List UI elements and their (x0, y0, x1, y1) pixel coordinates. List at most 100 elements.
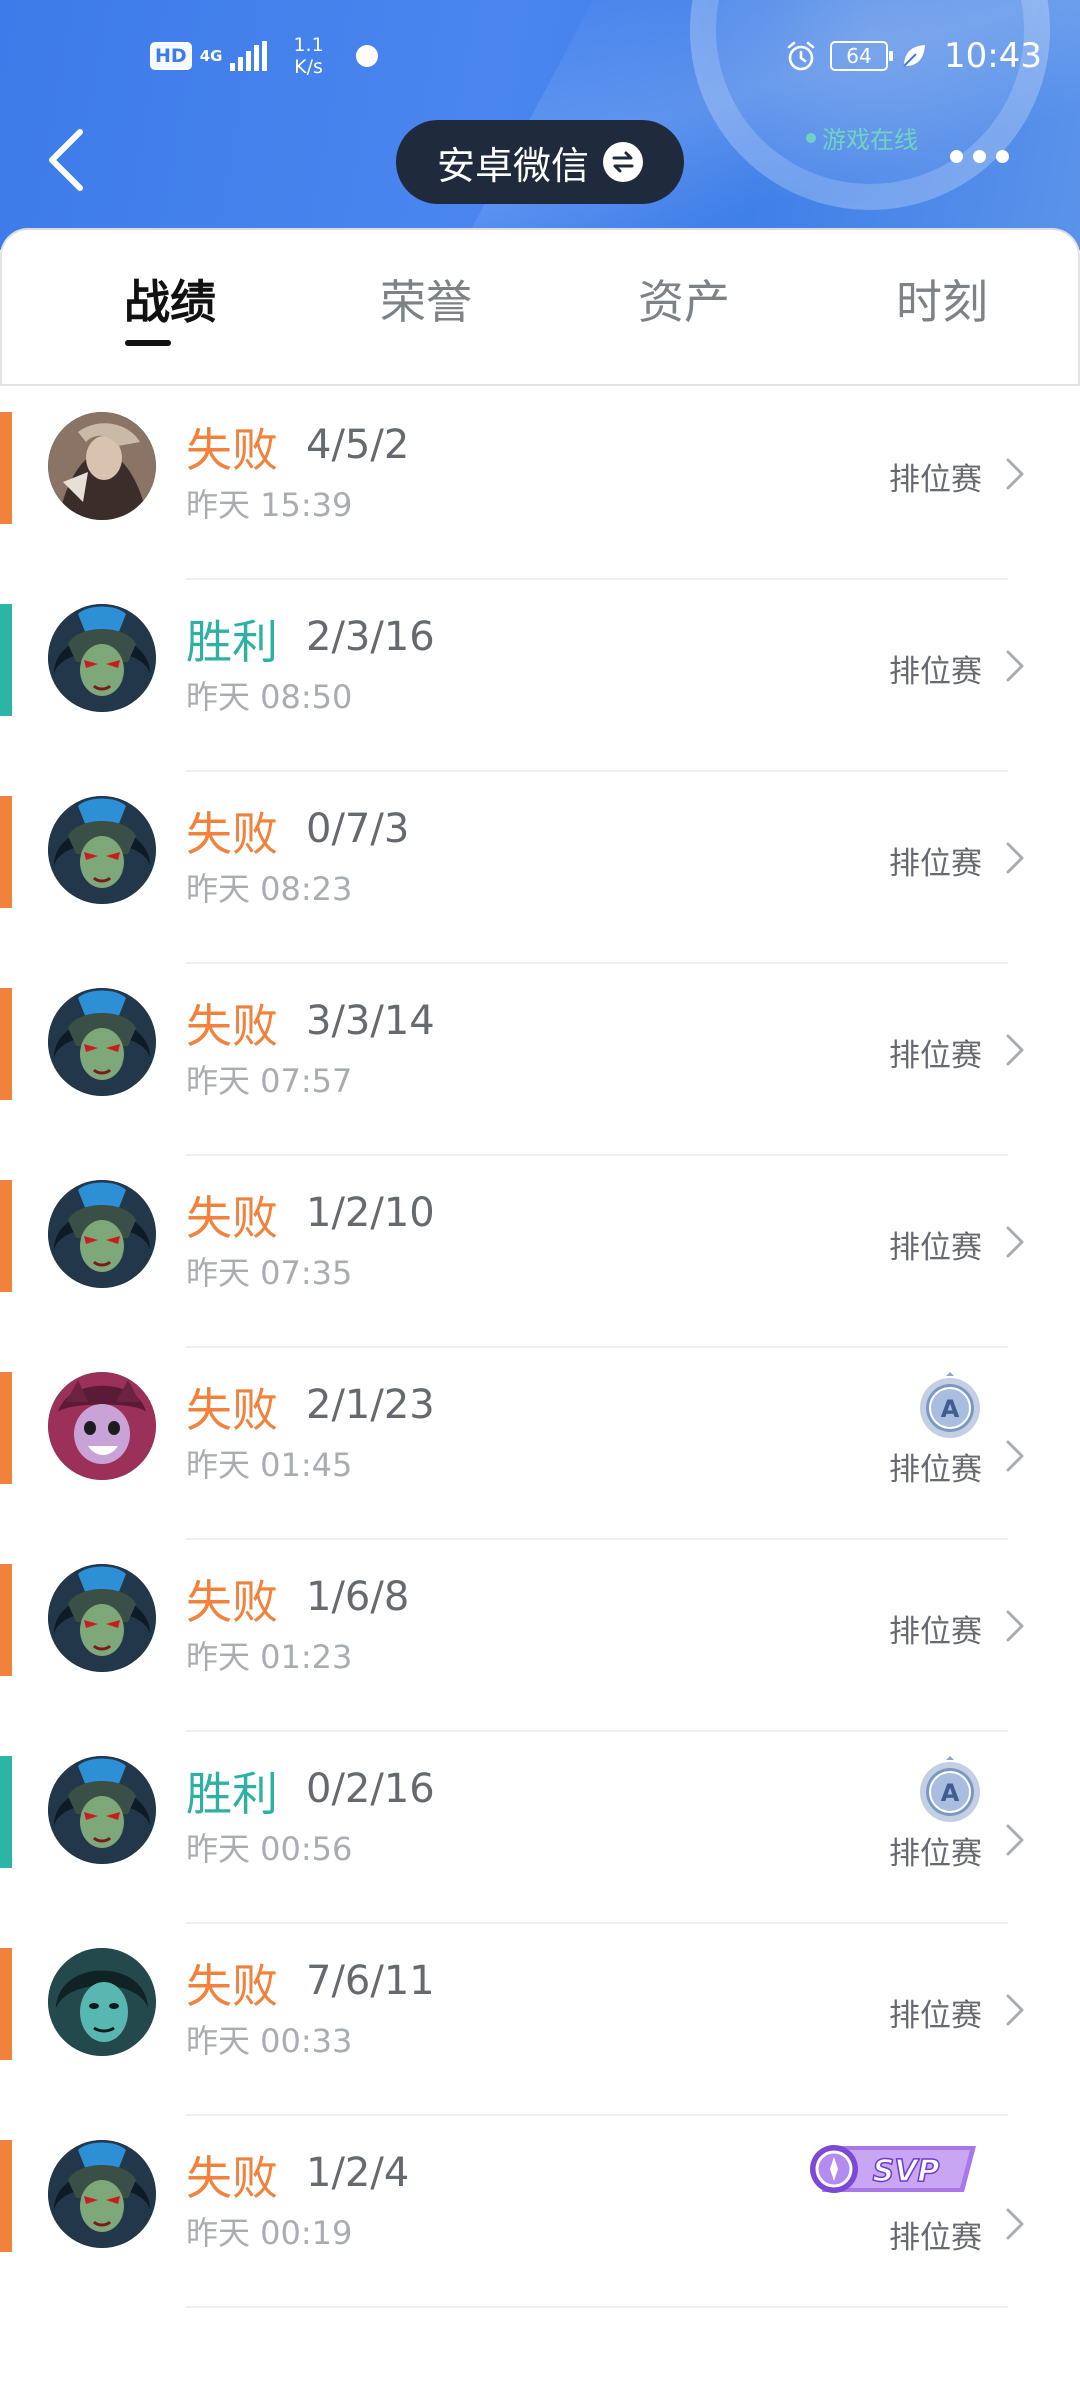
back-arrow-icon[interactable] (40, 120, 100, 200)
match-time: 昨天 01:45 (186, 1446, 353, 1484)
match-list: 失败 4/5/2 昨天 15:39 排位赛 胜利 2/3/16 昨天 08:50… (0, 388, 1080, 2308)
match-row[interactable]: 失败 1/6/8 昨天 01:23 排位赛 (0, 1540, 1080, 1732)
match-kda: 3/3/14 (306, 998, 435, 1044)
match-mode: 排位赛 (889, 654, 982, 690)
chevron-right-icon (1006, 650, 1024, 682)
speed-unit: K/s (294, 56, 323, 78)
chevron-right-icon (1006, 1610, 1024, 1642)
match-result: 失败 (186, 1191, 278, 1245)
active-tab-indicator (125, 340, 171, 346)
chevron-right-icon (1006, 2208, 1024, 2240)
chevron-right-icon (1006, 1034, 1024, 1066)
alarm-icon (787, 41, 815, 71)
account-switch-button[interactable]: 安卓微信 (396, 120, 684, 204)
match-kda: 7/6/11 (306, 1958, 435, 2004)
clock: 10:43 (944, 36, 1042, 76)
chevron-right-icon (1006, 1994, 1024, 2026)
battery-level: 64 (846, 44, 872, 68)
match-mode: 排位赛 (889, 1038, 982, 1074)
match-row[interactable]: 失败 0/7/3 昨天 08:23 排位赛 (0, 772, 1080, 964)
match-time: 昨天 08:23 (186, 870, 353, 908)
match-time: 昨天 07:35 (186, 1254, 353, 1292)
result-indicator-bar (0, 412, 12, 524)
network-speed: 1.1 K/s (293, 34, 323, 78)
match-result: 失败 (186, 999, 278, 1053)
network-type: 4G (199, 47, 223, 65)
match-time: 昨天 07:57 (186, 1062, 353, 1100)
header: HD 4G 1.1 K/s 64 10:43 安卓微信 游戏在线 (0, 0, 1080, 250)
hero-avatar-masked-green (48, 988, 156, 1096)
svg-text:A: A (941, 1395, 960, 1423)
match-mode: 排位赛 (889, 1452, 982, 1488)
match-result: 失败 (186, 807, 278, 861)
match-row[interactable]: 失败 2/1/23 昨天 01:45 排位赛 A (0, 1348, 1080, 1540)
row-divider (186, 2306, 1008, 2308)
match-result: 胜利 (186, 1767, 278, 1821)
svp-badge-icon: SVP (810, 2145, 976, 2193)
match-kda: 4/5/2 (306, 422, 410, 468)
result-indicator-bar (0, 796, 12, 908)
match-time: 昨天 00:56 (186, 1830, 353, 1868)
match-time: 昨天 15:39 (186, 486, 353, 524)
hero-avatar-masked-green (48, 604, 156, 712)
result-indicator-bar (0, 988, 12, 1100)
rank-a-badge-icon: A (920, 1756, 980, 1822)
hero-avatar-masked-green (48, 2140, 156, 2248)
chevron-right-icon (1006, 1226, 1024, 1258)
result-indicator-bar (0, 1372, 12, 1484)
hero-avatar-armored-warrior (48, 412, 156, 520)
match-result: 失败 (186, 1383, 278, 1437)
online-dot-icon (806, 132, 816, 143)
match-row[interactable]: 失败 4/5/2 昨天 15:39 排位赛 (0, 388, 1080, 580)
result-indicator-bar (0, 604, 12, 716)
match-mode: 排位赛 (889, 462, 982, 498)
match-row[interactable]: 胜利 2/3/16 昨天 08:50 排位赛 (0, 580, 1080, 772)
match-row[interactable]: 失败 3/3/14 昨天 07:57 排位赛 (0, 964, 1080, 1156)
match-mode: 排位赛 (889, 2220, 982, 2256)
notification-dot-icon (355, 45, 378, 67)
more-options-icon[interactable] (950, 150, 1009, 163)
swap-icon (603, 142, 643, 182)
hero-avatar-masked-green (48, 1564, 156, 1672)
hero-avatar-masked-green (48, 796, 156, 904)
screen: HD 4G 1.1 K/s 64 10:43 安卓微信 游戏在线 战绩 荣誉 资… (0, 0, 1080, 2400)
result-indicator-bar (0, 2140, 12, 2252)
match-time: 昨天 08:50 (186, 678, 353, 716)
match-kda: 1/6/8 (306, 1574, 410, 1620)
rank-a-badge-icon: A (920, 1372, 980, 1438)
match-kda: 2/3/16 (306, 614, 435, 660)
match-result: 失败 (186, 423, 278, 477)
match-row[interactable]: 失败 1/2/10 昨天 07:35 排位赛 (0, 1156, 1080, 1348)
online-status: 游戏在线 (806, 120, 918, 155)
result-indicator-bar (0, 1756, 12, 1868)
signal-icon (230, 41, 268, 71)
tab-assets[interactable]: 资产 (594, 266, 774, 332)
match-row[interactable]: 胜利 0/2/16 昨天 00:56 排位赛 A (0, 1732, 1080, 1924)
status-left: HD 4G 1.1 K/s (150, 34, 378, 78)
speed-value: 1.1 (293, 34, 324, 56)
svg-text:A: A (941, 1779, 960, 1807)
match-row[interactable]: 失败 1/2/4 昨天 00:19 排位赛 SVP (0, 2116, 1080, 2308)
chevron-right-icon (1006, 1824, 1024, 1856)
status-right: 64 10:43 (784, 36, 1042, 76)
match-result: 失败 (186, 2151, 278, 2205)
tab-moments[interactable]: 时刻 (852, 266, 1032, 332)
match-kda: 0/2/16 (306, 1766, 435, 1812)
chevron-right-icon (1006, 1440, 1024, 1472)
match-mode: 排位赛 (889, 846, 982, 882)
result-indicator-bar (0, 1180, 12, 1292)
power-saving-leaf-icon (903, 45, 926, 67)
hero-avatar-masked-green (48, 1756, 156, 1864)
match-mode: 排位赛 (889, 1998, 982, 2034)
match-kda: 0/7/3 (306, 806, 410, 852)
match-mode: 排位赛 (889, 1614, 982, 1650)
tab-record[interactable]: 战绩 (80, 266, 260, 332)
match-row[interactable]: 失败 7/6/11 昨天 00:33 排位赛 (0, 1924, 1080, 2116)
hd-badge: HD (150, 42, 192, 70)
match-time: 昨天 00:19 (186, 2214, 353, 2252)
result-indicator-bar (0, 1564, 12, 1676)
tab-bar: 战绩 荣誉 资产 时刻 (0, 228, 1080, 386)
match-mode: 排位赛 (889, 1230, 982, 1266)
tab-honor[interactable]: 荣誉 (336, 266, 516, 332)
match-mode: 排位赛 (889, 1836, 982, 1872)
